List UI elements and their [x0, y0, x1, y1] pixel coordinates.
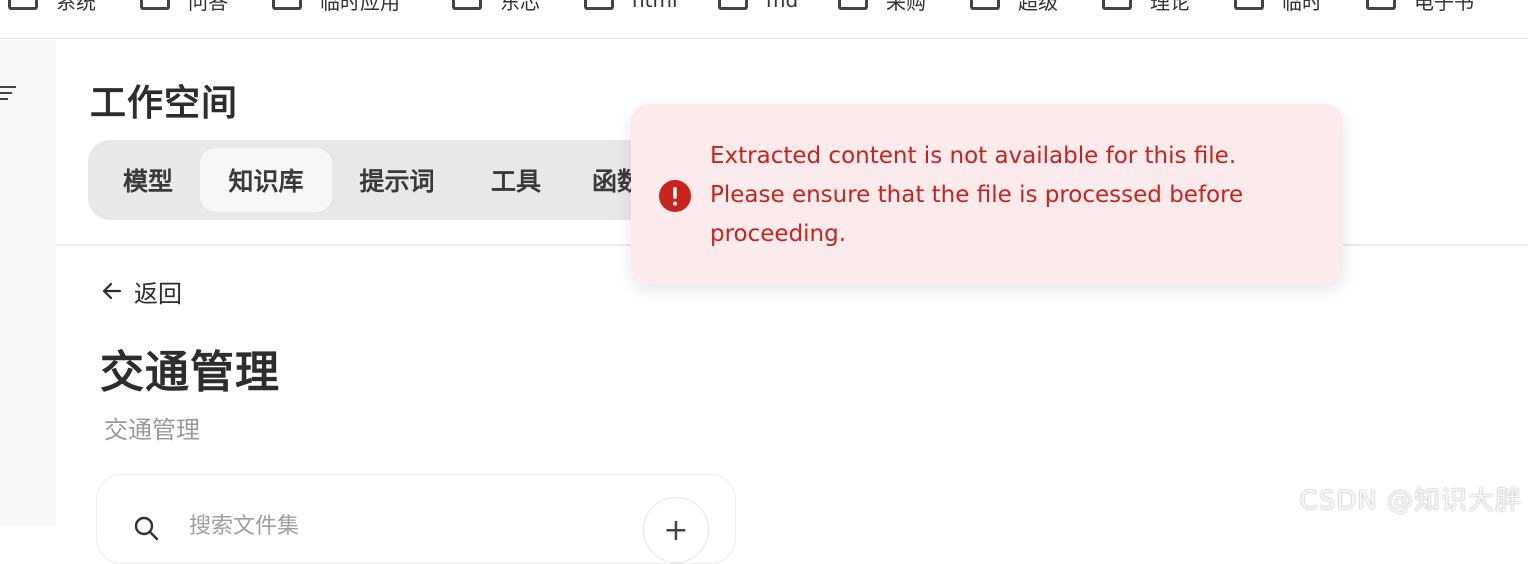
tab-prompts[interactable]: 提示词: [340, 148, 454, 212]
bookmark-label: 超级: [1018, 0, 1058, 14]
bookmark-item[interactable]: 理论: [1102, 0, 1190, 14]
bookmark-label: html: [632, 0, 678, 12]
menu-icon[interactable]: [0, 84, 16, 102]
bookmark-item[interactable]: 东芯: [452, 0, 540, 14]
folder-icon: [452, 0, 482, 10]
bookmark-label: 系统: [56, 0, 96, 14]
toast-message: Extracted content is not available for t…: [710, 143, 1244, 247]
folder-icon: [970, 0, 1000, 10]
back-button[interactable]: 返回: [100, 276, 182, 308]
bookmark-label: md: [766, 0, 799, 12]
tab-knowledge[interactable]: 知识库: [200, 148, 332, 212]
error-icon: [659, 180, 691, 212]
bookmark-item[interactable]: 临时: [1234, 0, 1322, 14]
search-card: +: [96, 474, 736, 564]
bookmark-label: 临时应用: [320, 0, 400, 14]
bookmark-item[interactable]: html: [584, 0, 678, 12]
bookmarks-bar: 系统 问答 临时应用 东芯 html md 采购 超级 理论 临时 电子书: [0, 0, 1528, 39]
folder-icon: [272, 0, 302, 10]
knowledge-title: 交通管理: [100, 347, 280, 398]
bookmark-label: 问答: [188, 0, 228, 14]
folder-icon: [1234, 0, 1264, 10]
bookmark-label: 临时: [1282, 0, 1322, 14]
bookmark-label: 采购: [886, 0, 926, 14]
search-icon: [134, 516, 159, 541]
folder-icon: [1366, 0, 1396, 10]
bookmark-item[interactable]: 采购: [838, 0, 926, 14]
bookmark-item[interactable]: 临时应用: [272, 0, 400, 14]
folder-icon: [140, 0, 170, 10]
folder-icon: [1102, 0, 1132, 10]
bookmark-item[interactable]: 超级: [970, 0, 1058, 14]
error-toast: Extracted content is not available for t…: [631, 104, 1343, 284]
page-title: 工作空间: [90, 83, 239, 124]
bookmark-label: 电子书: [1414, 0, 1474, 14]
bookmark-label: 理论: [1150, 0, 1190, 14]
tab-tools[interactable]: 工具: [466, 148, 566, 212]
bookmark-item[interactable]: 问答: [140, 0, 228, 14]
bookmark-item[interactable]: 系统: [8, 0, 96, 14]
bookmark-item[interactable]: 电子书: [1366, 0, 1474, 14]
folder-icon: [584, 0, 614, 10]
tab-models[interactable]: 模型: [102, 148, 194, 212]
folder-icon: [718, 0, 748, 10]
knowledge-description: 交通管理: [104, 416, 200, 444]
folder-icon: [838, 0, 868, 10]
folder-icon: [8, 0, 38, 10]
bookmark-label: 东芯: [500, 0, 540, 14]
sidebar: [0, 40, 56, 526]
bookmark-item[interactable]: md: [718, 0, 799, 12]
arrow-left-icon: [102, 282, 122, 300]
search-input[interactable]: [187, 511, 587, 541]
watermark: CSDN @知识大胖: [1299, 486, 1522, 516]
back-label: 返回: [134, 279, 182, 308]
add-button[interactable]: +: [643, 497, 709, 563]
workspace-tabs: 模型 知识库 提示词 工具 函数: [88, 140, 698, 220]
